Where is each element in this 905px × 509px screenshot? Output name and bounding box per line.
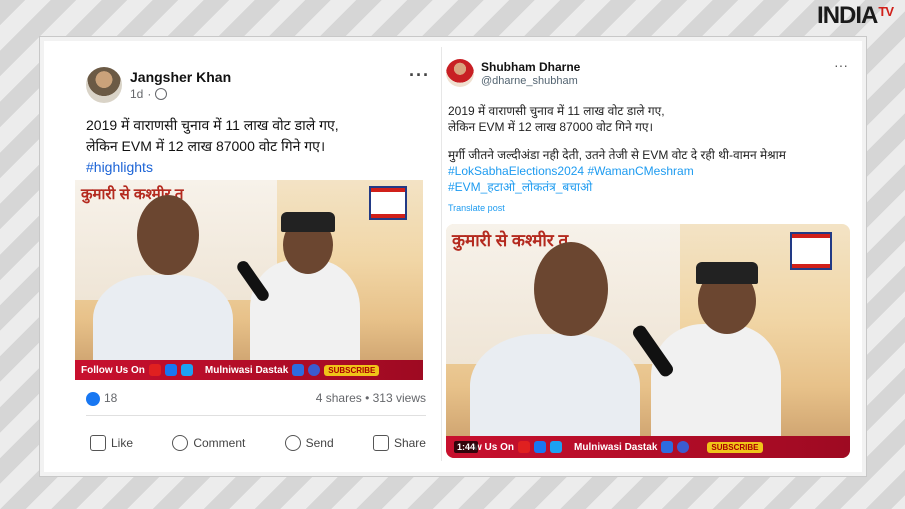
video-speaker-head: [534, 242, 608, 336]
facebook-post: Jangsher Khan 1d · ··· 2019 में वाराणसी …: [50, 47, 444, 461]
post-text: 2019 में वाराणसी चुनाव में 11 लाख वोट डा…: [86, 115, 426, 178]
hashtag-link[interactable]: #highlights: [86, 157, 426, 178]
screenshot-frame: Jangsher Khan 1d · ··· 2019 में वाराणसी …: [40, 37, 866, 476]
hashtag-link-evm[interactable]: #EVM_हटाओ_लोकतंत्र_बचाओ: [448, 179, 848, 195]
video-banner-text: कुमारी से कश्मीर त: [452, 231, 569, 250]
translate-link[interactable]: Translate post: [448, 203, 505, 213]
post-line-1: 2019 में वाराणसी चुनाव में 11 लाख वोट डा…: [86, 117, 339, 133]
more-options-icon[interactable]: ···: [834, 57, 848, 73]
video-cap: [281, 212, 335, 232]
hashtag-links[interactable]: #LokSabhaElections2024 #WamanCMeshram: [448, 163, 848, 179]
logo-text: INDIA: [817, 2, 878, 29]
subscribe-badge: SUBSCRIBE: [707, 441, 763, 453]
like-reaction-icon: [86, 391, 100, 406]
video-subscribe-bar: w Us On Mulniwasi Dastak SUBSCRIBE: [446, 436, 850, 458]
reaction-count[interactable]: 18: [104, 391, 117, 405]
globe-icon: [155, 88, 168, 100]
comment-button[interactable]: Comment: [172, 435, 245, 451]
post-line-1: 2019 में वाराणसी चुनाव में 11 लाख वोट डा…: [448, 104, 665, 118]
post-time[interactable]: 1d: [130, 87, 143, 101]
post-header: Jangsher Khan 1d ·: [86, 67, 231, 103]
post-line-3: मुर्गी जीतने जल्दीअंडा नही देती, उतने ते…: [448, 148, 786, 162]
avatar[interactable]: [86, 67, 122, 103]
channel-name: Mulniwasi Dastak: [574, 441, 658, 453]
x-post: Shubham Dharne @dharne_shubham ··· 2019 …: [441, 47, 854, 461]
like-button[interactable]: Like: [90, 435, 133, 451]
avatar[interactable]: [446, 59, 474, 87]
subscribe-badge: SUBSCRIBE: [324, 364, 380, 376]
facebook-icon: [164, 364, 177, 376]
post-actions: Like Comment Send Share: [90, 435, 426, 451]
post-line-2: लेकिन EVM में 12 लाख 87000 वोट गिने गए।: [448, 120, 654, 134]
author-name[interactable]: Jangsher Khan: [130, 69, 231, 85]
video-player[interactable]: कुमारी से कश्मीर त Follow Us On Mulniwas…: [75, 180, 423, 380]
channel-logo: [369, 186, 407, 220]
follow-text: w Us On: [474, 441, 515, 453]
share-button[interactable]: Share: [372, 435, 426, 451]
video-player[interactable]: कुमारी से कश्मीर त w Us On Mulniwasi Das…: [446, 224, 850, 458]
shares-views[interactable]: 4 shares • 313 views: [316, 391, 426, 406]
post-line-2: लेकिन EVM में 12 लाख 87000 वोट गिने गए।: [86, 138, 326, 154]
thumbs-up-icon: [90, 435, 106, 451]
send-button[interactable]: Send: [284, 435, 334, 451]
bell-icon: [308, 364, 321, 376]
more-options-icon[interactable]: ···: [409, 65, 430, 86]
author-name[interactable]: Shubham Dharne: [481, 60, 580, 74]
post-meta: 1d ·: [130, 87, 231, 101]
like-icon: [661, 441, 674, 453]
messenger-icon: [284, 435, 301, 451]
twitter-icon: [180, 364, 193, 376]
post-stats: 18 4 shares • 313 views: [86, 391, 426, 406]
video-cap: [696, 262, 758, 284]
like-icon: [292, 364, 305, 376]
channel-name: Mulniwasi Dastak: [204, 364, 289, 376]
share-icon: [372, 435, 389, 451]
indiatv-logo: INDIA TV: [811, 2, 899, 30]
facebook-icon: [534, 441, 547, 453]
channel-logo: [790, 232, 832, 270]
follow-text: Follow Us On: [81, 364, 145, 376]
author-handle[interactable]: @dharne_shubham: [481, 75, 580, 87]
post-header: Shubham Dharne @dharne_shubham: [446, 59, 580, 87]
logo-suffix: TV: [878, 4, 894, 19]
bell-icon: [677, 441, 690, 453]
video-speaker-head: [137, 195, 199, 275]
youtube-icon: [148, 364, 161, 376]
post-text: 2019 में वाराणसी चुनाव में 11 लाख वोट डा…: [448, 103, 848, 195]
comment-icon: [172, 435, 189, 451]
video-person-2: [651, 324, 781, 454]
video-subscribe-bar: Follow Us On Mulniwasi Dastak SUBSCRIBE: [75, 360, 423, 380]
twitter-icon: [550, 441, 563, 453]
divider: [86, 415, 426, 416]
youtube-icon: [518, 441, 531, 453]
video-timecode: 1:44: [454, 441, 479, 453]
